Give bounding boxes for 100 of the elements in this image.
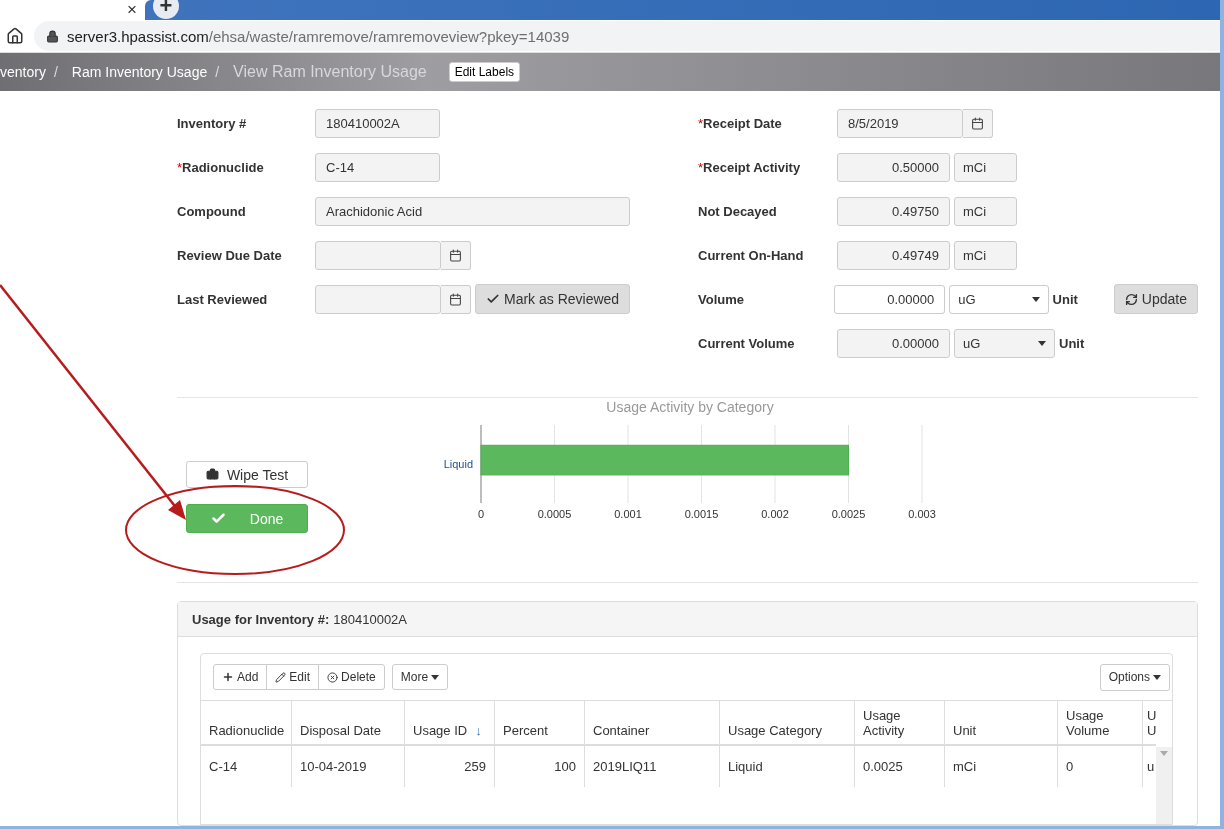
table-cell: 0 bbox=[1058, 746, 1143, 787]
tick-label: 0.001 bbox=[614, 508, 642, 520]
table-cell: C-14 bbox=[201, 746, 292, 787]
chart-title: Usage Activity by Category bbox=[606, 399, 774, 415]
column-header[interactable]: Usage ID ↓ bbox=[405, 701, 495, 746]
briefcase-icon bbox=[205, 468, 219, 481]
calendar-button[interactable] bbox=[441, 284, 471, 314]
inventory-number: 180410002A bbox=[333, 611, 407, 627]
axis-label: Liquid bbox=[443, 458, 473, 470]
edit-labels-button[interactable]: Edit Labels bbox=[448, 62, 521, 83]
lock-icon bbox=[46, 29, 59, 43]
date-field[interactable] bbox=[315, 240, 441, 270]
required-mark: * bbox=[698, 115, 704, 131]
update-button[interactable]: Update bbox=[1113, 284, 1198, 314]
check-icon bbox=[486, 292, 500, 306]
unit-field: mCi bbox=[954, 152, 1017, 182]
column-header[interactable]: Unit bbox=[945, 701, 1058, 746]
field-label: Radionuclide bbox=[182, 159, 264, 175]
field-label: Current On-Hand bbox=[698, 247, 804, 263]
number-field: 0.49750 bbox=[837, 196, 950, 226]
wipe-test-button[interactable]: Wipe Test bbox=[186, 461, 308, 488]
unit-field: mCi bbox=[954, 196, 1017, 226]
number-field[interactable]: 0.00000 bbox=[834, 284, 946, 314]
mark-reviewed-button[interactable]: Mark as Reviewed bbox=[475, 284, 631, 314]
tick-label: 0.003 bbox=[908, 508, 936, 520]
caret-icon bbox=[431, 674, 440, 680]
column-header[interactable]: Usage Category bbox=[720, 701, 855, 746]
column-header[interactable]: Container bbox=[585, 701, 720, 746]
tick-label: 0.002 bbox=[761, 508, 789, 520]
tick-label: 0.0015 bbox=[684, 508, 719, 520]
url-path: /ehsa/waste/ramremove/ramremoveview?pkey=14039 bbox=[208, 27, 570, 45]
breadcrumb-current: View Ram Inventory Usage bbox=[233, 63, 427, 82]
sort-arrow: ↓ bbox=[475, 723, 482, 738]
column-header[interactable]: Disposal Date bbox=[292, 701, 405, 746]
unit-select[interactable]: uG bbox=[954, 328, 1055, 358]
tick-label: 0.0025 bbox=[831, 508, 866, 520]
unit-select[interactable]: uG bbox=[949, 284, 1049, 314]
unit-label: Unit bbox=[1059, 335, 1085, 351]
plus-icon bbox=[222, 671, 234, 683]
breadcrumb-separator: / bbox=[53, 64, 58, 81]
tick-label: 0.0005 bbox=[537, 508, 572, 520]
field-label: Last Reviewed bbox=[177, 291, 268, 307]
more-button[interactable]: More bbox=[391, 664, 449, 690]
check-icon bbox=[210, 511, 226, 526]
calendar-icon[interactable] bbox=[449, 248, 462, 262]
calendar-icon[interactable] bbox=[449, 292, 462, 306]
required-mark: * bbox=[177, 159, 183, 175]
home-icon[interactable] bbox=[6, 27, 24, 46]
field-label: Receipt Activity bbox=[703, 159, 801, 175]
required-mark: * bbox=[698, 159, 704, 175]
unit-field: mCi bbox=[954, 240, 1017, 270]
field-label: Current Volume bbox=[698, 335, 795, 351]
refresh-icon bbox=[1124, 292, 1138, 306]
text-field[interactable]: Arachidonic Acid bbox=[315, 196, 630, 226]
field-label: Inventory # bbox=[177, 115, 247, 131]
table-cell: 259 bbox=[405, 746, 495, 787]
column-header[interactable]: Radionuclide bbox=[201, 701, 292, 746]
url-host: server3.hpassist.com bbox=[67, 27, 209, 45]
table-cell: Liquid bbox=[720, 746, 855, 787]
date-field[interactable]: 8/5/2019 bbox=[837, 108, 963, 138]
caret-icon bbox=[1160, 751, 1169, 756]
toolbar-button[interactable]: Delete bbox=[318, 664, 385, 690]
table-cell: 10-04-2019 bbox=[292, 746, 405, 787]
column-header[interactable]: Usage Activity bbox=[855, 701, 945, 746]
options-button[interactable]: Options bbox=[1099, 663, 1170, 691]
date-field[interactable] bbox=[315, 284, 441, 314]
column-header[interactable]: Percent bbox=[495, 701, 585, 746]
number-field[interactable]: 0.00000 bbox=[837, 328, 950, 358]
close-tab-button[interactable]: × bbox=[127, 0, 137, 20]
breadcrumb-link[interactable]: ventory bbox=[0, 64, 46, 81]
tick-label: 0 bbox=[477, 508, 485, 520]
calendar-icon[interactable] bbox=[971, 116, 984, 130]
toolbar-button[interactable]: Add bbox=[213, 664, 268, 690]
field-label: Not Decayed bbox=[698, 203, 777, 219]
table-cell: mCi bbox=[945, 746, 1058, 787]
breadcrumb-separator: / bbox=[215, 64, 220, 81]
text-field[interactable]: 180410002A bbox=[315, 108, 440, 138]
new-tab-button[interactable]: + bbox=[153, 0, 179, 19]
table-cell: 0.0025 bbox=[855, 746, 945, 787]
address-bar[interactable]: server3.hpassist.com/ehsa/waste/ramremove/ramremoveview?pkey=14039 bbox=[34, 21, 1220, 52]
panel-title: Usage for Inventory #: bbox=[192, 611, 330, 627]
caret-icon bbox=[1153, 674, 1161, 680]
toolbar-button[interactable]: Edit bbox=[266, 664, 320, 690]
unit-label: Unit bbox=[1052, 291, 1078, 307]
calendar-button[interactable] bbox=[441, 240, 471, 270]
number-field: 0.49749 bbox=[837, 240, 950, 270]
column-header[interactable]: Usage Volume bbox=[1058, 701, 1143, 746]
field-label: Volume bbox=[698, 291, 744, 307]
table-cell: 2019LIQ11 bbox=[585, 746, 720, 787]
text-field[interactable]: C-14 bbox=[315, 152, 440, 182]
caret-icon bbox=[1031, 296, 1040, 302]
caret-icon bbox=[1038, 340, 1046, 346]
table-cell: 100 bbox=[495, 746, 585, 787]
field-label: Receipt Date bbox=[703, 115, 782, 131]
delete-icon bbox=[327, 671, 339, 683]
pencil-icon bbox=[275, 671, 287, 683]
field-label: Review Due Date bbox=[177, 247, 282, 263]
calendar-button[interactable] bbox=[963, 108, 993, 138]
scrollbar[interactable] bbox=[1156, 747, 1172, 824]
breadcrumb-link[interactable]: Ram Inventory Usage bbox=[71, 64, 208, 81]
